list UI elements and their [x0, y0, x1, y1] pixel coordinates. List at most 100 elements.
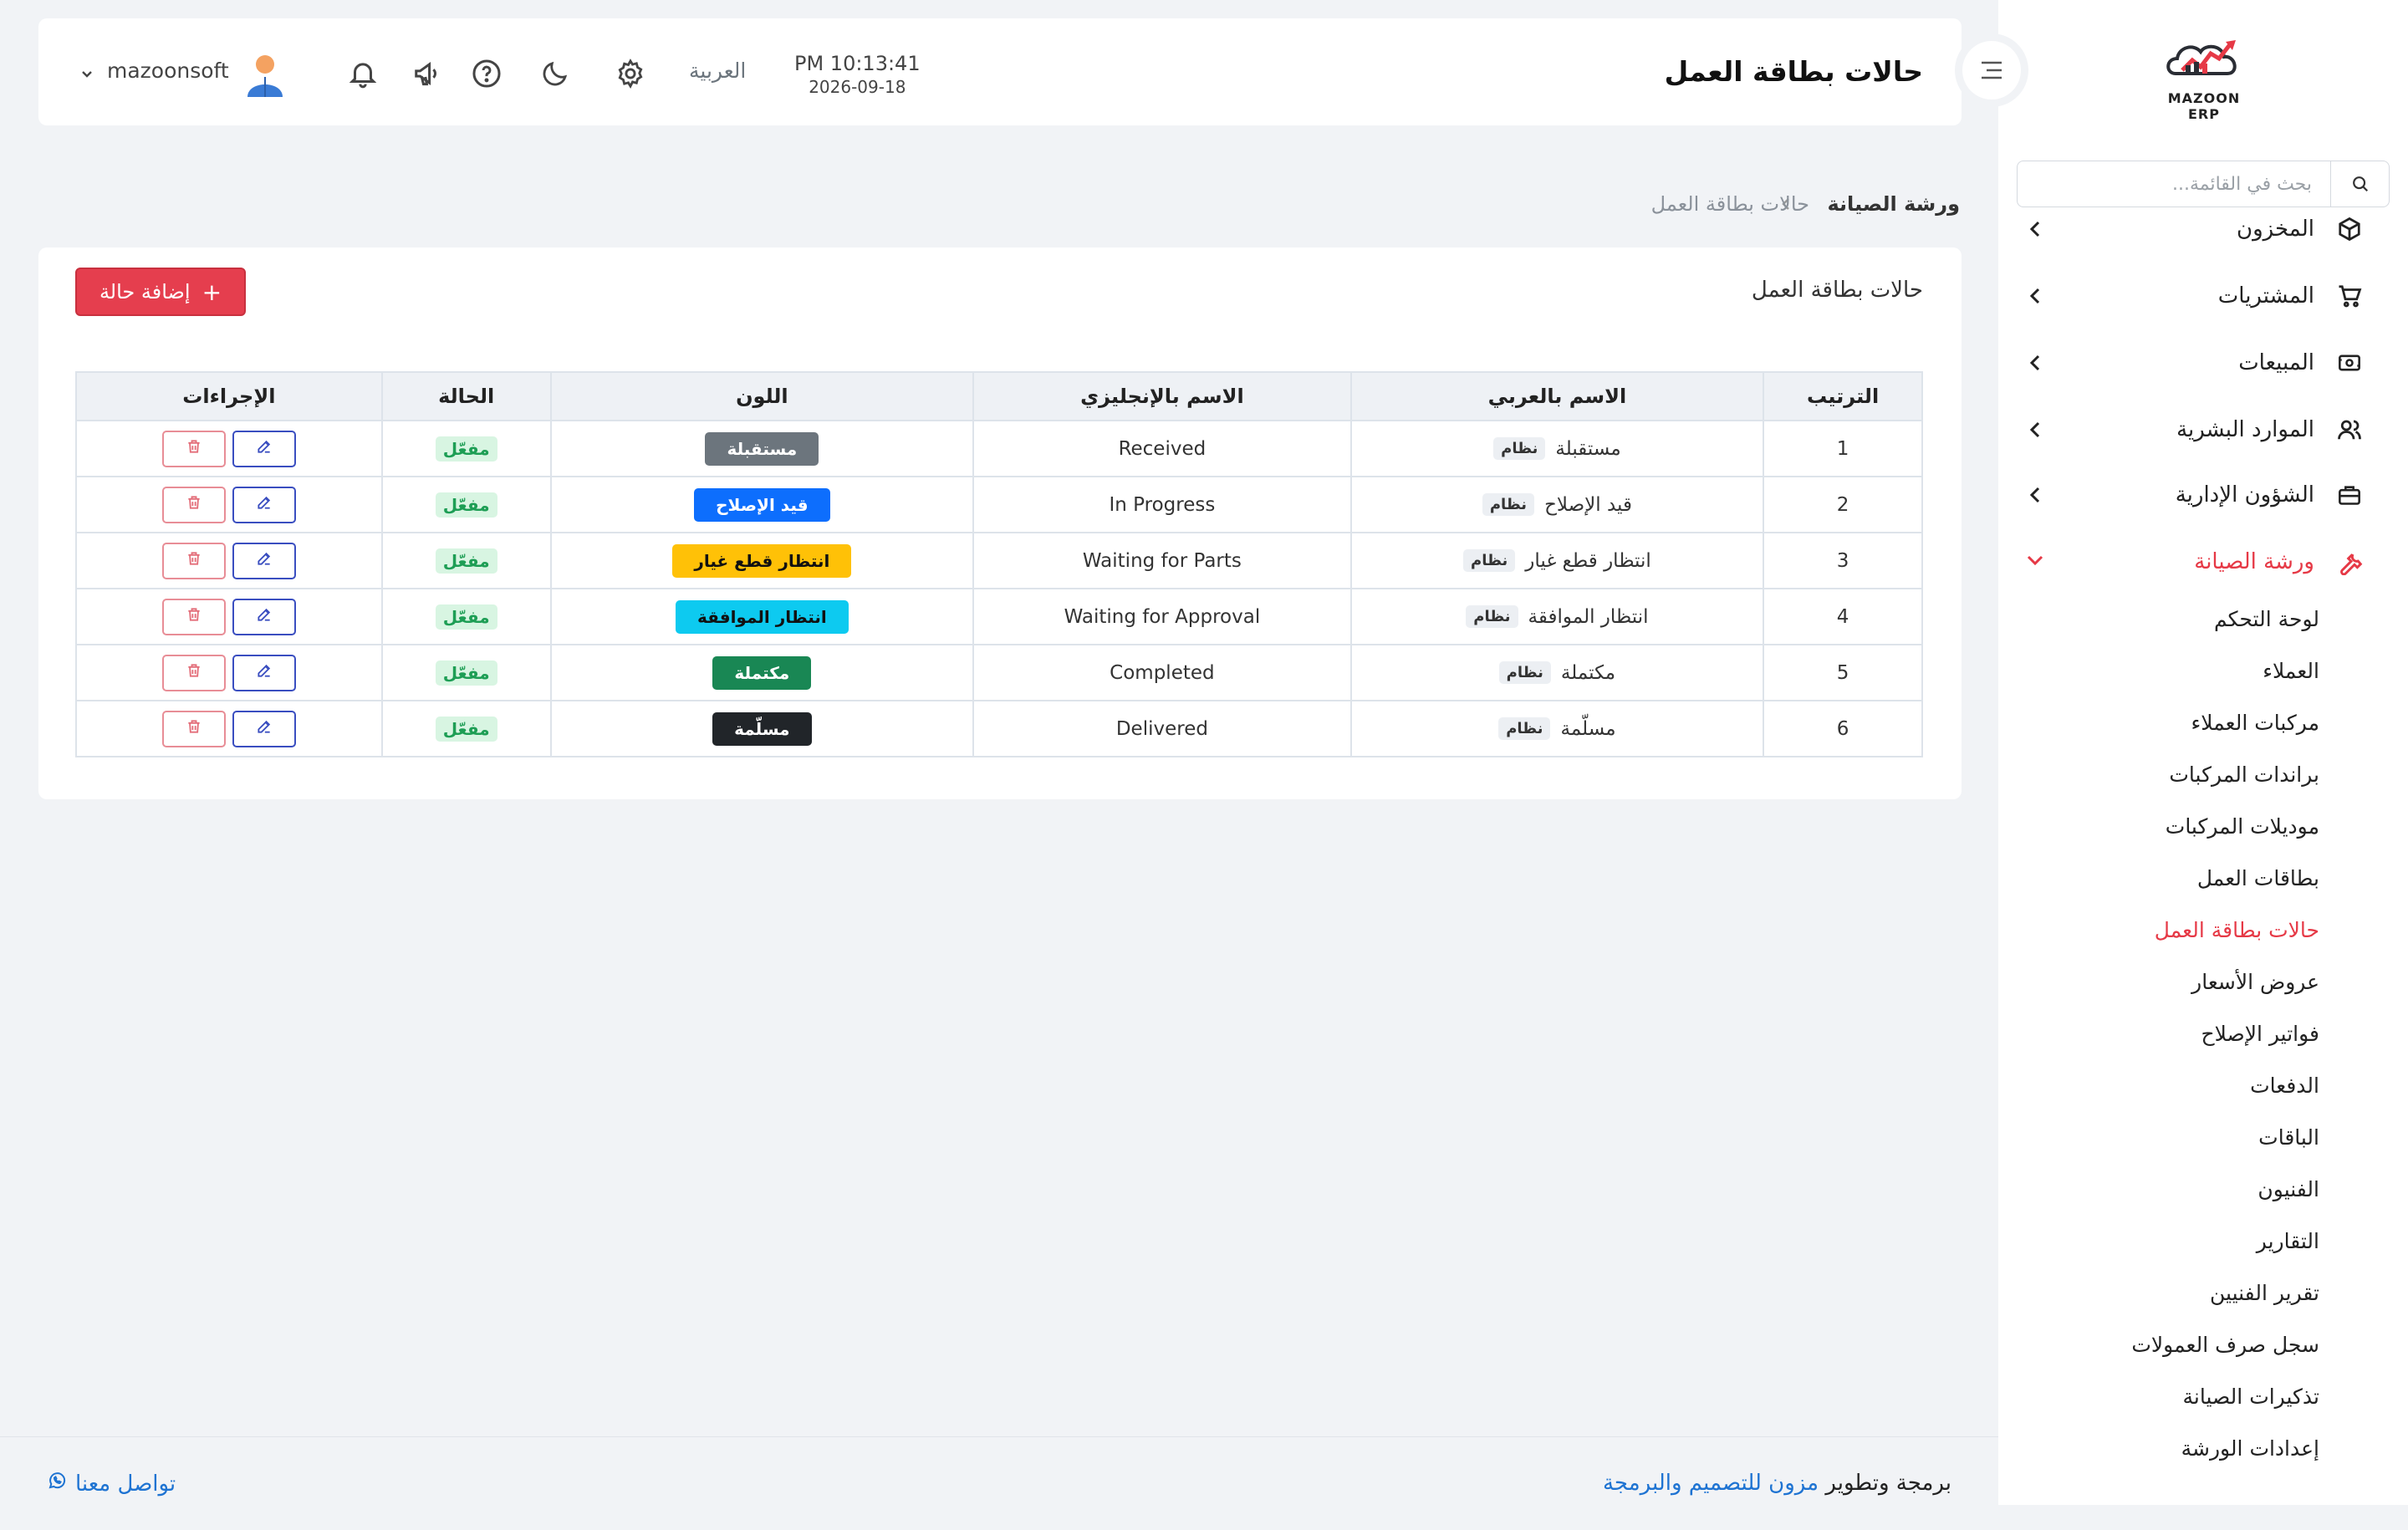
plus-icon: + [202, 278, 222, 306]
submenu-customer-vehicles[interactable]: مركبات العملاء [2191, 711, 2319, 735]
submenu-job-cards[interactable]: بطاقات العمل [2197, 866, 2319, 890]
color-badge: انتظار الموافقة [675, 599, 849, 634]
cell-order: 5 [1763, 644, 1923, 701]
megaphone-icon[interactable] [410, 55, 446, 92]
col-header-color[interactable]: اللون [549, 371, 975, 421]
submenu-customers[interactable]: العملاء [2263, 659, 2319, 683]
chevron-left-icon [2028, 353, 2042, 376]
delete-button[interactable] [161, 486, 226, 523]
submenu-repair-invoices[interactable]: فواتير الإصلاح [2201, 1022, 2319, 1046]
sidebar-item-workshop[interactable]: ورشة الصيانة [2015, 537, 2366, 587]
chevron-left-icon [2028, 485, 2042, 508]
delete-button[interactable] [161, 542, 226, 579]
edit-button[interactable] [232, 542, 296, 579]
col-header-english-name[interactable]: الاسم بالإنجليزي [972, 371, 1352, 421]
logo[interactable]: MAZOON ERP [2154, 37, 2254, 122]
submenu-reports[interactable]: التقارير [2257, 1229, 2319, 1253]
footer-brand-link[interactable]: مزون للتصميم والبرمجة [1603, 1471, 1819, 1496]
status-badge: مفعّل [435, 436, 497, 462]
cart-icon [2333, 279, 2366, 313]
table-row: 6 مسلّمة نظام Delivered مسلّمة مفعّل [75, 700, 1923, 757]
card-title: حالات بطاقة العمل [1751, 278, 1923, 303]
edit-button[interactable] [232, 710, 296, 747]
submenu-technicians-report[interactable]: تقرير الفنيين [2210, 1281, 2319, 1305]
submenu-dashboard[interactable]: لوحة التحكم [2214, 607, 2319, 631]
sidebar-item-admin-affairs[interactable]: الشؤون الإدارية [2015, 470, 2366, 520]
col-header-status[interactable]: الحالة [380, 371, 552, 421]
cell-order: 2 [1763, 476, 1923, 533]
submenu-payments[interactable]: الدفعات [2250, 1074, 2319, 1098]
username[interactable]: mazoonsoft [107, 59, 229, 83]
clock-time: PM 10:13:41 [794, 52, 921, 75]
color-badge: مكتملة [712, 655, 812, 690]
sidebar-toggle-button[interactable] [1955, 33, 2028, 107]
arabic-name: مستقبلة [1555, 437, 1621, 460]
status-badge: مفعّل [435, 492, 497, 518]
color-badge: مسلّمة [712, 711, 812, 746]
system-badge: نظام [1498, 661, 1551, 684]
cell-english-name: Received [972, 420, 1352, 477]
language-switch[interactable]: العربية [689, 59, 746, 83]
submenu-workshop-settings[interactable]: إعدادات الورشة [2181, 1436, 2319, 1461]
statuses-card: حالات بطاقة العمل + إضافة حالة الترتيب ا… [38, 247, 1962, 799]
cell-status: مفعّل [380, 420, 552, 477]
status-badge: مفعّل [435, 716, 497, 742]
edit-icon [256, 438, 273, 460]
cell-actions [75, 476, 383, 533]
bell-icon[interactable] [344, 55, 381, 92]
cell-english-name: Waiting for Approval [972, 588, 1352, 645]
delete-button[interactable] [161, 598, 226, 635]
submenu-commission-log[interactable]: سجل صرف العمولات [2131, 1333, 2319, 1357]
chevron-down-icon[interactable] [80, 67, 94, 83]
add-status-button[interactable]: + إضافة حالة [75, 268, 246, 316]
system-badge: نظام [1493, 437, 1546, 460]
statuses-table: الترتيب الاسم بالعربي الاسم بالإنجليزي ا… [75, 371, 1923, 757]
gear-icon[interactable] [612, 55, 649, 92]
submenu-vehicle-brands[interactable]: براندات المركبات [2169, 762, 2319, 787]
delete-button[interactable] [161, 654, 226, 691]
search-icon[interactable] [2330, 161, 2389, 207]
sidebar-item-purchases[interactable]: المشتريات [2015, 271, 2366, 321]
col-header-order[interactable]: الترتيب [1763, 371, 1923, 421]
delete-button[interactable] [161, 430, 226, 467]
sidebar-item-sales[interactable]: المبيعات [2015, 338, 2366, 388]
chevron-left-icon [2028, 420, 2042, 443]
submenu-quotations[interactable]: عروض الأسعار [2191, 970, 2319, 994]
users-icon [2333, 413, 2366, 446]
submenu-technicians[interactable]: الفنيون [2258, 1177, 2319, 1201]
help-icon[interactable] [468, 55, 505, 92]
cell-color: مسلّمة [549, 700, 975, 757]
submenu-maintenance-reminders[interactable]: تذكيرات الصيانة [2182, 1385, 2319, 1409]
sidebar-item-inventory[interactable]: المخزون [2015, 204, 2366, 254]
cell-arabic-name: مستقبلة نظام [1349, 420, 1765, 477]
cell-status: مفعّل [380, 644, 552, 701]
edit-button[interactable] [232, 654, 296, 691]
cell-arabic-name: مكتملة نظام [1349, 644, 1765, 701]
sidebar-item-label: المبيعات [2238, 350, 2314, 375]
submenu-job-card-statuses[interactable]: حالات بطاقة العمل [2155, 918, 2319, 942]
sidebar-item-hr[interactable]: الموارد البشرية [2015, 405, 2366, 455]
edit-button[interactable] [232, 486, 296, 523]
logo-text: MAZOON ERP [2167, 90, 2241, 122]
cell-arabic-name: انتظار الموافقة نظام [1349, 588, 1765, 645]
cell-status: مفعّل [380, 588, 552, 645]
submenu-packages[interactable]: الباقات [2258, 1125, 2319, 1150]
trash-icon [186, 606, 202, 628]
breadcrumb-parent[interactable]: ورشة الصيانة [1827, 192, 1960, 216]
moon-icon[interactable] [537, 55, 574, 92]
cell-color: انتظار قطع غيار [549, 532, 975, 589]
system-badge: نظام [1482, 493, 1535, 516]
edit-button[interactable] [232, 598, 296, 635]
edit-icon [256, 606, 273, 628]
search-input[interactable] [2018, 173, 2330, 195]
avatar[interactable] [244, 52, 286, 97]
col-header-arabic-name[interactable]: الاسم بالعربي [1349, 371, 1765, 421]
contact-link[interactable]: تواصل معنا [47, 1471, 176, 1497]
edit-button[interactable] [232, 430, 296, 467]
edit-icon [256, 718, 273, 740]
submenu-vehicle-models[interactable]: موديلات المركبات [2166, 814, 2319, 839]
delete-button[interactable] [161, 710, 226, 747]
trash-icon [186, 662, 202, 684]
footer: برمجة وتطوير مزون للتصميم والبرمجة تواصل… [0, 1436, 1998, 1530]
cell-actions [75, 420, 383, 477]
